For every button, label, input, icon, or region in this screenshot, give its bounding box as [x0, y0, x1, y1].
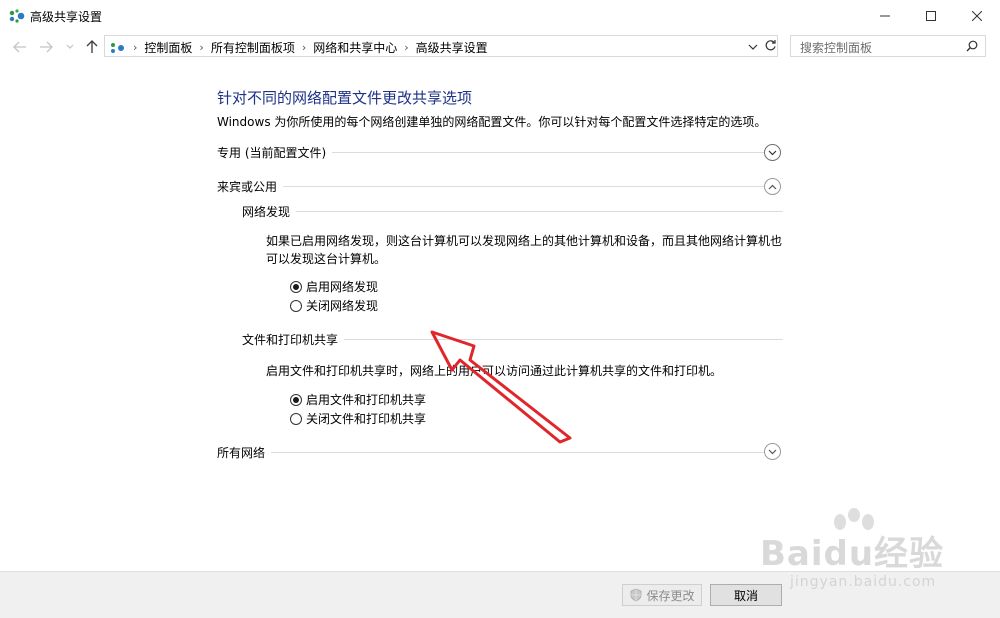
- refresh-icon: [765, 40, 776, 51]
- forward-arrow-icon: [40, 41, 53, 53]
- radio-label: 关闭网络发现: [306, 299, 379, 313]
- minimize-icon: [880, 15, 890, 16]
- radio-disable-file-printer-sharing[interactable]: 关闭文件和打印机共享: [290, 410, 426, 427]
- watermark-url: jingyan.baidu.com: [790, 574, 937, 590]
- network-icon: [9, 9, 25, 23]
- back-arrow-icon: [13, 41, 26, 53]
- close-icon: [972, 10, 982, 21]
- up-arrow-icon: [86, 40, 98, 53]
- radio-button[interactable]: [290, 412, 302, 425]
- save-changes-label: 保存更改: [646, 588, 695, 603]
- radio-enable-file-printer-sharing[interactable]: 启用文件和打印机共享: [290, 391, 426, 408]
- up-button[interactable]: [84, 39, 100, 55]
- breadcrumb-network-center[interactable]: 网络和共享中心: [313, 39, 397, 56]
- profile-all-networks-label[interactable]: 所有网络: [217, 444, 272, 461]
- close-button[interactable]: [954, 0, 1000, 31]
- watermark-text: Baidu经验: [760, 534, 945, 574]
- chevron-down-icon: [66, 44, 74, 49]
- breadcrumb-separator: ›: [199, 41, 204, 54]
- cancel-button[interactable]: 取消: [710, 584, 782, 606]
- network-discovery-description-line1: 如果已启用网络发现，则这台计算机可以发现网络上的其他计算机和设备，而且其他网络计…: [266, 234, 783, 248]
- refresh-button[interactable]: [764, 39, 777, 55]
- radio-label: 启用网络发现: [306, 280, 379, 294]
- profile-private-label[interactable]: 专用 (当前配置文件): [217, 144, 333, 161]
- profile-guest-public-label[interactable]: 来宾或公用: [217, 178, 284, 195]
- radio-button[interactable]: [290, 393, 302, 406]
- radio-label: 启用文件和打印机共享: [306, 393, 427, 407]
- search-icon[interactable]: [966, 40, 978, 55]
- page-title: 针对不同的网络配置文件更改共享选项: [217, 89, 473, 107]
- network-discovery-description-line2: 可以发现这台计算机。: [266, 252, 387, 266]
- expand-all-networks-button[interactable]: [764, 443, 781, 460]
- file-printer-sharing-title: 文件和打印机共享: [242, 331, 345, 348]
- breadcrumb-separator: ›: [404, 41, 409, 54]
- breadcrumb: › 控制面板 › 所有控制面板项 › 网络和共享中心 › 高级共享设置: [110, 39, 488, 56]
- divider: [217, 452, 764, 453]
- search-placeholder: 搜索控制面板: [800, 41, 873, 55]
- breadcrumb-control-panel[interactable]: 控制面板: [144, 39, 192, 56]
- divider: [217, 186, 764, 187]
- chevron-down-icon: [748, 44, 758, 50]
- shield-icon: [631, 588, 642, 602]
- network-discovery-title: 网络发现: [242, 203, 297, 220]
- divider: [242, 211, 783, 212]
- back-button[interactable]: [12, 39, 28, 55]
- breadcrumb-separator: ›: [133, 41, 138, 54]
- breadcrumb-advanced-sharing[interactable]: 高级共享设置: [416, 39, 488, 56]
- radio-label: 关闭文件和打印机共享: [306, 412, 427, 426]
- radio-button[interactable]: [290, 299, 302, 312]
- window-title: 高级共享设置: [30, 10, 103, 24]
- address-dropdown-button[interactable]: [748, 40, 758, 54]
- forward-button[interactable]: [38, 39, 54, 55]
- collapse-guest-public-button[interactable]: [764, 178, 781, 195]
- expand-private-button[interactable]: [764, 144, 781, 161]
- save-changes-button[interactable]: 保存更改: [622, 584, 702, 606]
- maximize-button[interactable]: [908, 0, 954, 31]
- chevron-up-icon: [768, 184, 777, 189]
- maximize-icon: [926, 10, 936, 21]
- chevron-down-icon: [768, 150, 777, 155]
- radio-disable-network-discovery[interactable]: 关闭网络发现: [290, 297, 378, 314]
- minimize-button[interactable]: [862, 0, 908, 31]
- breadcrumb-separator: ›: [301, 41, 307, 54]
- radio-button[interactable]: [290, 280, 302, 293]
- radio-enable-network-discovery[interactable]: 启用网络发现: [290, 278, 378, 295]
- network-discovery-description: 如果已启用网络发现，则这台计算机可以发现网络上的其他计算机和设备，而且其他网络计…: [266, 232, 782, 268]
- control-panel-icon: [111, 42, 124, 53]
- title-bar: [0, 0, 1000, 31]
- breadcrumb-all-items[interactable]: 所有控制面板项: [211, 39, 295, 56]
- recent-locations-button[interactable]: [62, 39, 78, 55]
- red-annotation-arrow: [430, 330, 572, 444]
- chevron-down-icon: [768, 449, 777, 454]
- intro-text: Windows 为你所使用的每个网络创建单独的网络配置文件。你可以针对每个配置文…: [217, 115, 767, 129]
